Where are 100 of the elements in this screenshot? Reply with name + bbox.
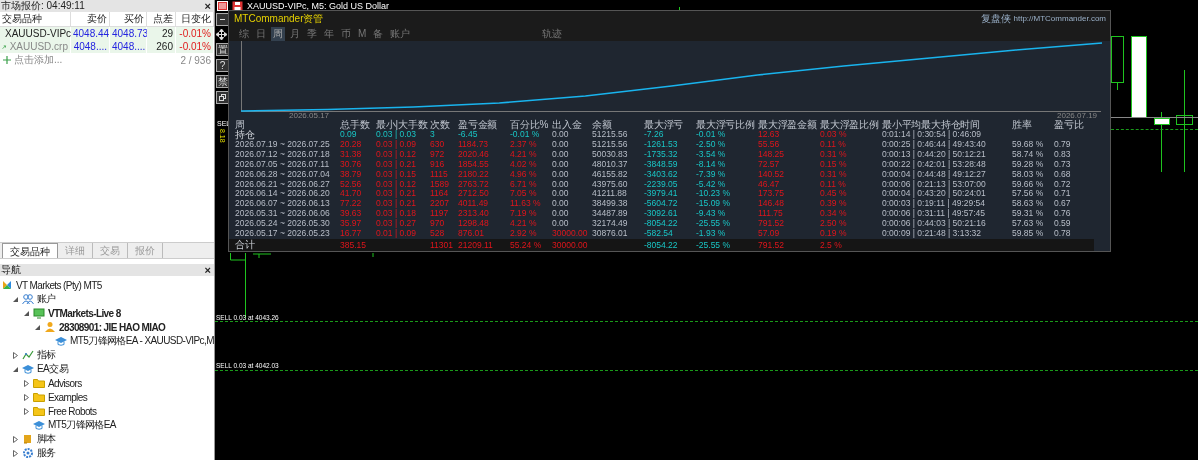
table-cell-text: 0.00 [552, 130, 569, 140]
tab[interactable]: 月 [288, 26, 302, 41]
column-header: 次数 [430, 120, 451, 131]
tree-item[interactable]: VTMarkets-Live 8 [48, 307, 121, 319]
row-label: 2026.05.24 ~ 2026.05.30 [235, 219, 331, 230]
tree-item[interactable]: MT5刀锋网格EA - XAUUSD-VIPc,M [70, 334, 214, 348]
tab[interactable]: 综 [237, 26, 251, 41]
table-cell-text: 0:00:03 | 0:19:11 | 49:29:54 [882, 199, 987, 210]
row-label: 合计 [234, 239, 256, 251]
table-cell-text: 4.21 % [510, 219, 538, 230]
table-cell-text: 48010.37 [592, 159, 629, 170]
expanded-arrow-icon[interactable] [23, 309, 30, 317]
expanded-arrow-icon[interactable] [12, 295, 19, 303]
collapsed-arrow-icon[interactable] [12, 449, 19, 457]
collapsed-arrow-icon[interactable] [23, 393, 30, 401]
tree-item[interactable]: Free Robots [48, 405, 97, 417]
table-cell-text: 0:00:06 | 0:31:11 | 49:57:45 [882, 209, 987, 220]
table-cell-text: 4011.49 [458, 199, 490, 210]
tab[interactable]: 年 [322, 26, 336, 41]
table-cell-text: 0.83 [1054, 149, 1072, 160]
table-cell-text: 876.01 [458, 229, 485, 239]
add-symbol-link[interactable]: 点击添加... [14, 53, 63, 67]
table-cell-text: 0.34 % [820, 209, 848, 220]
tree-item[interactable]: 账户 [37, 292, 56, 306]
tab[interactable]: 交易品种 [2, 243, 58, 258]
table-cell-text: 0.59 [1054, 219, 1072, 230]
table-cell-text: 0.79 [1054, 139, 1072, 150]
folder-icon [33, 377, 45, 389]
tab[interactable]: 轨迹 [540, 26, 565, 41]
tree-item[interactable]: VT Markets (Pty) MT5 [16, 279, 102, 291]
table-cell-text: 20.28 [340, 139, 363, 150]
tab[interactable]: 备 [371, 26, 386, 41]
collapsed-arrow-icon[interactable] [23, 379, 30, 387]
table-cell-text: 38499.38 [592, 199, 629, 210]
table-cell-text: 0:00:04 | 0:43:20 | 50:24:01 [882, 189, 987, 200]
table-cell: -0.01% [176, 40, 214, 53]
broker-icon [1, 279, 13, 291]
close-button[interactable]: × [204, 265, 211, 275]
expanded-arrow-icon[interactable] [34, 323, 41, 331]
expanded-arrow-icon[interactable] [12, 365, 19, 373]
tree-item[interactable]: 指标 [37, 348, 56, 362]
move-icon[interactable] [216, 29, 227, 40]
tab[interactable]: 账户 [388, 26, 413, 41]
table-cell-text: -9.43 % [696, 209, 727, 220]
column-header: 盈亏比 [1054, 120, 1085, 131]
table-cell-text: -7.39 % [696, 169, 727, 180]
table-cell-text: 173.75 [758, 189, 785, 200]
table-cell-text: -5604.72 [644, 199, 679, 210]
table-cell-text: 0.03 | 0.03 [376, 130, 417, 140]
table-cell-text: 46.47 [758, 179, 781, 190]
table-cell-text: 148.25 [758, 149, 785, 160]
table-cell-text: 0:01:14 | 0:30:54 | 0:46:09 [882, 130, 982, 140]
table-cell-text: 21209.11 [458, 239, 494, 251]
collapsed-arrow-icon[interactable] [12, 435, 19, 443]
table-cell-text: -2.50 % [696, 139, 727, 150]
table-cell-text: -3979.41 [644, 189, 679, 200]
tree-item[interactable]: MT5刀锋网格EA [48, 418, 116, 432]
table-cell-text: 0.31 % [820, 169, 848, 180]
tab[interactable]: 日 [254, 26, 268, 41]
table-cell-text: 43975.60 [592, 179, 629, 190]
table-cell-text: 916 [430, 159, 446, 170]
table-cell-text: 0.72 [1054, 179, 1072, 190]
row-label: 2026.06.14 ~ 2026.06.20 [235, 189, 331, 200]
table-cell-text: 0:00:06 | 0:44:03 | 50:21:16 [882, 219, 987, 229]
collapsed-arrow-icon[interactable] [12, 351, 19, 359]
collapsed-arrow-icon[interactable] [23, 407, 30, 415]
table-cell-text: 111.75 [758, 209, 784, 220]
table-cell: 4048.44 [71, 27, 110, 40]
table-cell-text: 0.03 | 0.15 [376, 169, 418, 180]
table-cell-text: 55.24 % [510, 239, 543, 251]
table-cell-text: 970 [430, 219, 446, 230]
table-cell-text: 58.63 % [1012, 199, 1045, 210]
tree-item[interactable]: EA交易 [37, 362, 68, 376]
row-label: 2026.07.19 ~ 2026.07.25 [235, 139, 331, 150]
website-link[interactable]: http://MTCommander.com [1013, 14, 1106, 24]
tree-item[interactable]: 28308901: JIE HAO MIAO [59, 321, 166, 333]
table-cell-text: 11.63 % [510, 199, 542, 210]
table-cell: -0.01% [176, 27, 214, 40]
table-cell-text: 30000.00 [552, 229, 589, 239]
tab[interactable]: M [356, 28, 369, 40]
column-header: 总手数 [340, 120, 371, 131]
tab[interactable]: 季 [305, 26, 319, 41]
tree-item[interactable]: Advisors [48, 377, 82, 389]
table-cell-text: 30.76 [340, 159, 363, 170]
tree-item[interactable]: Examples [48, 391, 88, 403]
table-cell-text: 4.21 % [510, 149, 538, 160]
table-cell-text: 2180.22 [458, 169, 490, 180]
tab[interactable]: 币 [339, 26, 353, 41]
table-cell-text: -0.01 % [696, 130, 726, 140]
table-cell-text: 1164 [430, 189, 450, 200]
tree-item[interactable]: 服务 [37, 446, 56, 460]
close-button[interactable]: × [204, 1, 211, 11]
table-cell-text: 0:00:13 | 0:44:20 | 50:12:21 [882, 149, 987, 160]
table-cell-text: 31.38 [340, 149, 363, 160]
table-cell-text: 58.03 % [1012, 169, 1045, 180]
plus-icon [3, 56, 11, 64]
table-cell-text: 2.37 % [510, 139, 538, 150]
tree-item[interactable]: 脚本 [37, 432, 56, 446]
table-cell-text: 0.76 [1054, 209, 1072, 220]
column-header: 最大浮盈比例 [820, 120, 880, 131]
